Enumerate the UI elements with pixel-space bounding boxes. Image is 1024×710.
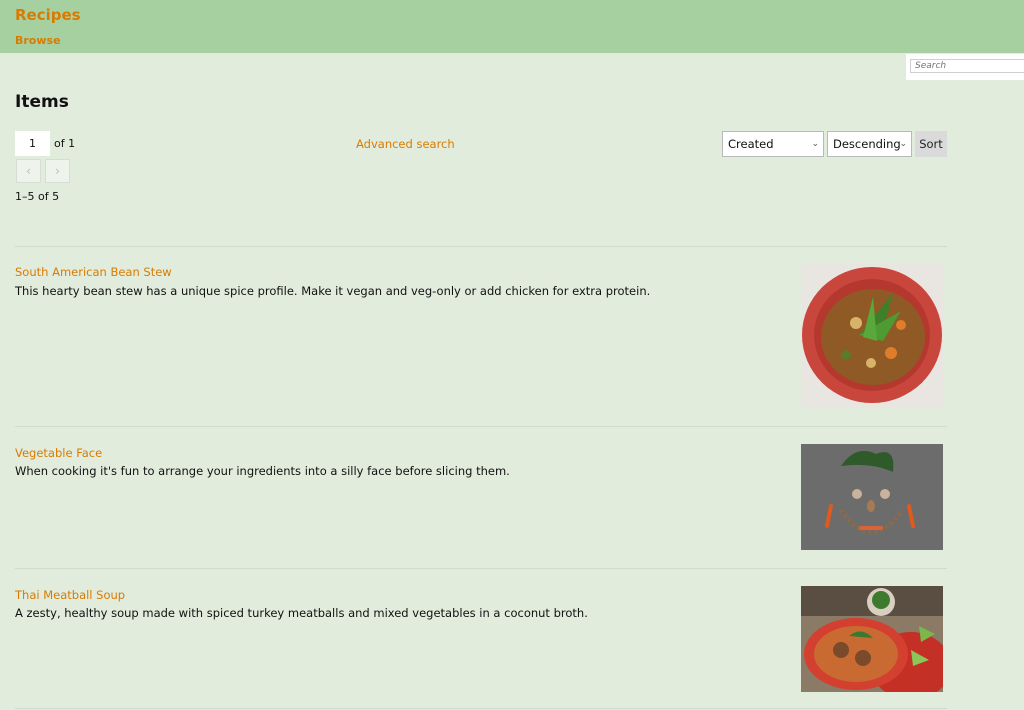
item-title-link[interactable]: Thai Meatball Soup xyxy=(15,588,125,602)
page-number-input[interactable] xyxy=(15,131,50,156)
chevron-right-icon: › xyxy=(55,164,60,178)
item-title-link[interactable]: South American Bean Stew xyxy=(15,265,172,279)
results-count: 1–5 of 5 xyxy=(15,190,60,203)
divider xyxy=(15,246,947,247)
divider xyxy=(15,426,947,427)
sort-field-value: Created xyxy=(728,137,774,151)
chevron-left-icon: ‹ xyxy=(26,164,31,178)
item-title-link[interactable]: Vegetable Face xyxy=(15,446,102,460)
next-page-button[interactable]: › xyxy=(45,159,70,183)
search-container xyxy=(906,54,1024,80)
item-thumbnail-thai-soup[interactable] xyxy=(801,586,943,692)
page-title: Items xyxy=(15,92,69,112)
item-thumbnail-vegetable-face[interactable] xyxy=(801,444,943,550)
item-description: A zesty, healthy soup made with spiced t… xyxy=(15,606,588,620)
chevron-down-icon: ⌄ xyxy=(899,139,907,149)
site-header: Recipes Browse xyxy=(0,0,1024,53)
previous-page-button[interactable]: ‹ xyxy=(16,159,41,183)
page-count-label: of 1 xyxy=(54,137,76,150)
nav-browse-link[interactable]: Browse xyxy=(15,34,61,47)
item-thumbnail-bean-stew[interactable] xyxy=(801,263,943,408)
sort-field-select[interactable]: Created ⌄ xyxy=(722,131,824,157)
divider xyxy=(15,708,947,709)
item-description: When cooking it's fun to arrange your in… xyxy=(15,464,510,478)
site-title-link[interactable]: Recipes xyxy=(15,6,81,24)
sort-button[interactable]: Sort xyxy=(915,131,947,157)
item-description: This hearty bean stew has a unique spice… xyxy=(15,284,651,298)
search-input[interactable] xyxy=(910,59,1024,73)
advanced-search-link[interactable]: Advanced search xyxy=(356,137,455,151)
sort-order-value: Descending xyxy=(833,137,901,151)
divider xyxy=(15,568,947,569)
sort-order-select[interactable]: Descending ⌄ xyxy=(827,131,912,157)
chevron-down-icon: ⌄ xyxy=(811,139,819,149)
